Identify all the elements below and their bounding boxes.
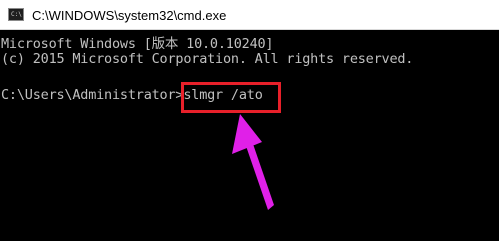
prompt: C:\Users\Administrator> (1, 87, 184, 103)
cmd-window: C:\ C:\WINDOWS\system32\cmd.exe Microsof… (0, 0, 499, 241)
copyright-line: (c) 2015 Microsoft Corporation. All righ… (1, 51, 414, 67)
window-title: C:\WINDOWS\system32\cmd.exe (32, 8, 227, 23)
version-line: Microsoft Windows [版本 10.0.10240] (1, 36, 274, 52)
cmd-icon: C:\ (8, 8, 24, 21)
console-area[interactable]: Microsoft Windows [版本 10.0.10240] (c) 20… (0, 30, 499, 241)
arrow-head (232, 114, 262, 154)
title-bar[interactable]: C:\ C:\WINDOWS\system32\cmd.exe (0, 0, 499, 30)
arrow-shaft (246, 141, 274, 210)
highlight-box (181, 82, 281, 113)
